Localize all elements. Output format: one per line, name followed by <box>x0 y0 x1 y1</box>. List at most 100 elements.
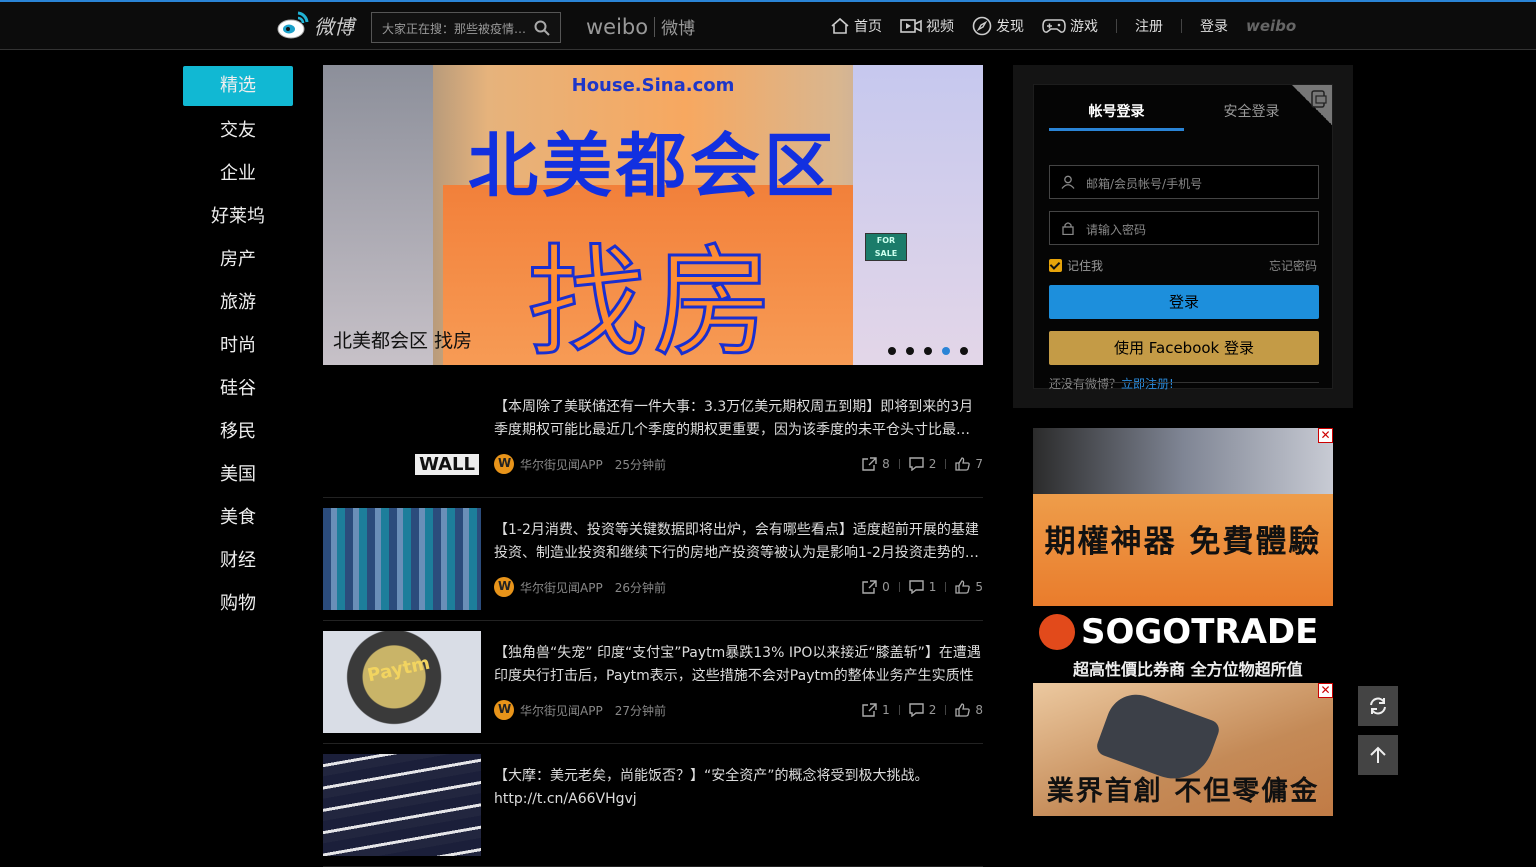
nav-game[interactable]: 游戏 <box>1042 16 1098 36</box>
feed-thumbnail[interactable] <box>323 754 481 856</box>
back-to-top-button[interactable] <box>1358 735 1398 775</box>
forward-button[interactable]: 0 <box>862 580 890 594</box>
sogotrade-brand: SOGOTRADE <box>1081 612 1319 652</box>
brand-divider <box>654 16 656 37</box>
action-divider <box>945 582 947 592</box>
forgot-password-link[interactable]: 忘记密码 <box>1269 257 1317 274</box>
login-link[interactable]: 登录 <box>1200 16 1228 36</box>
nav-home[interactable]: 首页 <box>830 16 882 36</box>
ad1-headline: 期權神器 免費體驗 <box>1044 524 1322 560</box>
remember-checkbox[interactable] <box>1049 259 1062 272</box>
nav-divider <box>1116 19 1117 33</box>
search-icon[interactable] <box>534 20 550 40</box>
forward-count: 0 <box>882 580 890 594</box>
feed-text[interactable]: 【独角兽“失宠” 印度“支付宝”Paytm暴跌13% IPO以来接近“膝盖斩”】… <box>494 642 982 688</box>
login-bottom-line <box>1049 382 1319 383</box>
sidebar-item-siliconvalley[interactable]: 硅谷 <box>183 367 293 410</box>
nav-game-label: 游戏 <box>1070 19 1098 35</box>
sidebar-item-business[interactable]: 企业 <box>183 152 293 195</box>
sogotrade-block: SOGOTRADE 超高性價比券商 全方位物超所值 <box>1033 608 1333 678</box>
weibo-small-logo: weibo <box>1246 17 1297 35</box>
source-avatar-icon[interactable] <box>494 700 514 720</box>
sidebar-item-shopping[interactable]: 购物 <box>183 582 293 625</box>
refresh-button[interactable] <box>1358 686 1398 726</box>
tab-secure-login[interactable]: 安全登录 <box>1184 99 1319 131</box>
feed-thumbnail[interactable] <box>323 385 481 487</box>
password-field[interactable]: 请输入密码 <box>1049 211 1319 245</box>
login-button[interactable]: 登录 <box>1049 285 1319 319</box>
discover-icon <box>972 16 992 36</box>
nav-video-label: 视频 <box>926 19 954 35</box>
feed-thumbnail[interactable] <box>323 508 481 610</box>
refresh-icon <box>1370 697 1386 715</box>
remember-me[interactable]: 记住我 <box>1049 257 1103 274</box>
source-avatar-icon[interactable] <box>494 577 514 597</box>
forward-button[interactable]: 1 <box>862 703 890 717</box>
feed-text[interactable]: 【大摩：美元老矣，尚能饭否？】“安全资产”的概念将受到极大挑战。 http://… <box>494 765 982 811</box>
username-field[interactable]: 邮箱/会员帐号/手机号 <box>1049 165 1319 199</box>
action-divider <box>898 705 900 715</box>
carousel-dot[interactable] <box>906 347 914 355</box>
feed-card[interactable]: 【独角兽“失宠” 印度“支付宝”Paytm暴跌13% IPO以来接近“膝盖斩”】… <box>323 621 983 744</box>
comment-count: 2 <box>928 703 937 717</box>
sidebar-item-realestate[interactable]: 房产 <box>183 238 293 281</box>
feed-source[interactable]: 华尔街见闻APP <box>520 579 603 596</box>
sidebar-item-hollywood[interactable]: 好莱坞 <box>183 195 293 238</box>
feed-time: 27分钟前 <box>614 703 666 718</box>
feed-actions: 0 1 5 <box>862 580 983 594</box>
weibo-eye-icon <box>276 10 310 40</box>
facebook-login-button[interactable]: 使用 Facebook 登录 <box>1049 331 1319 365</box>
feed-card[interactable]: 【本周除了美联储还有一件大事：3.3万亿美元期权周五到期】即将到来的3月季度期权… <box>323 375 983 498</box>
register-now-link[interactable]: 立即注册! <box>1121 377 1174 391</box>
ad-zero-commission[interactable]: 業界首創 不但零傭金 ✕ <box>1033 683 1333 816</box>
carousel-dot[interactable] <box>924 347 932 355</box>
feed-card[interactable]: 【大摩：美元老矣，尚能饭否？】“安全资产”的概念将受到极大挑战。 http://… <box>323 744 983 867</box>
feed-time: 25分钟前 <box>614 457 666 472</box>
comment-icon <box>909 457 924 471</box>
sidebar-item-fashion[interactable]: 时尚 <box>183 324 293 367</box>
feed-text[interactable]: 【1-2月消费、投资等关键数据即将出炉，会有哪些看点】适度超前开展的基建投资、制… <box>494 519 982 565</box>
carousel-dot[interactable] <box>888 347 896 355</box>
sidebar-item-dating[interactable]: 交友 <box>183 109 293 152</box>
feed-source[interactable]: 华尔街见闻APP <box>520 456 603 473</box>
nav-discover[interactable]: 发现 <box>972 16 1024 36</box>
search-box[interactable]: 大家正在搜：那些被疫情… <box>371 12 561 43</box>
hero-banner[interactable]: House.Sina.com 北美都会区 找房 FOR SALE 北美都会区 找… <box>323 65 983 365</box>
like-button[interactable]: 5 <box>955 580 983 594</box>
ad-close-button[interactable]: ✕ <box>1318 683 1333 698</box>
comment-button[interactable]: 2 <box>909 457 936 471</box>
feed-meta: 华尔街见闻APP 25分钟前 <box>494 454 666 474</box>
remember-label: 记住我 <box>1067 259 1104 273</box>
register-link[interactable]: 注册 <box>1135 16 1163 36</box>
carousel-dots <box>888 347 968 355</box>
source-avatar-icon[interactable] <box>494 454 514 474</box>
nav-video[interactable]: 视频 <box>900 16 954 36</box>
feed-thumbnail[interactable] <box>323 631 481 733</box>
sidebar-item-food[interactable]: 美食 <box>183 496 293 539</box>
feed-source[interactable]: 华尔街见闻APP <box>520 702 603 719</box>
sidebar-item-immigration[interactable]: 移民 <box>183 410 293 453</box>
ad-close-button[interactable]: ✕ <box>1318 428 1333 443</box>
sidebar-item-travel[interactable]: 旅游 <box>183 281 293 324</box>
action-divider <box>945 459 947 469</box>
banner-caption: 北美都会区 找房 <box>333 330 473 352</box>
weibo-logo[interactable]: 微博 <box>276 10 354 40</box>
feed-card[interactable]: 【1-2月消费、投资等关键数据即将出炉，会有哪些看点】适度超前开展的基建投资、制… <box>323 498 983 621</box>
search-input[interactable]: 大家正在搜：那些被疫情… <box>382 20 532 37</box>
sidebar-item-usa[interactable]: 美国 <box>183 453 293 496</box>
sidebar-item-finance[interactable]: 财经 <box>183 539 293 582</box>
comment-button[interactable]: 2 <box>909 703 937 717</box>
like-button[interactable]: 8 <box>955 703 983 717</box>
ad-options-sogotrade[interactable]: 期權神器 免費體驗 SOGOTRADE 超高性價比券商 全方位物超所值 ✕ <box>1033 428 1333 678</box>
brand-en: weibo <box>586 14 649 39</box>
comment-button[interactable]: 1 <box>909 580 936 594</box>
carousel-dot-active[interactable] <box>942 347 950 355</box>
forward-button[interactable]: 8 <box>862 457 890 471</box>
like-button[interactable]: 7 <box>955 457 983 471</box>
tab-account-login[interactable]: 帐号登录 <box>1049 99 1184 131</box>
sidebar-item-featured[interactable]: 精选 <box>183 66 293 106</box>
carousel-dot[interactable] <box>960 347 968 355</box>
ad2-headline: 業界首創 不但零傭金 <box>1046 776 1320 807</box>
feed-text[interactable]: 【本周除了美联储还有一件大事：3.3万亿美元期权周五到期】即将到来的3月季度期权… <box>494 396 982 442</box>
lock-icon <box>1062 222 1074 235</box>
